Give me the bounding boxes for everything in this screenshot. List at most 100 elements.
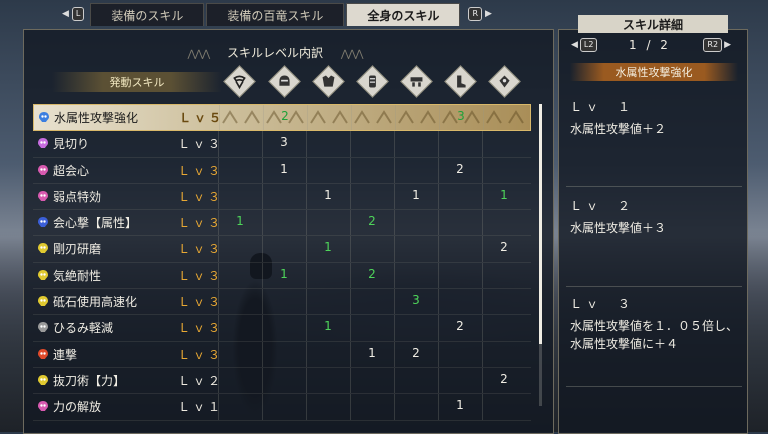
skill-row[interactable]: ひるみ軽減 Ｌｖ３ 1 2 (33, 315, 531, 342)
skill-points-cell: 3 (412, 293, 420, 308)
column-divider (262, 236, 263, 262)
skill-name: 超会心 (53, 163, 90, 178)
column-divider (482, 157, 483, 183)
column-divider (262, 183, 263, 210)
skill-points-cell: 1 (412, 187, 420, 202)
detail-prev-page-button[interactable]: ◀ L2 (571, 38, 598, 52)
skill-jewel-icon (37, 295, 49, 307)
skill-name: 弱点特効 (53, 189, 102, 204)
column-divider (438, 131, 439, 157)
column-divider (482, 315, 483, 341)
column-divider (482, 394, 483, 420)
skill-row[interactable]: 会心撃【属性】 Ｌｖ３ 1 2 (33, 210, 531, 237)
skill-points-cell: 2 (500, 371, 508, 386)
column-divider (350, 289, 351, 315)
skill-row[interactable]: 連撃 Ｌｖ３ 1 2 (33, 341, 531, 368)
column-divider (438, 210, 439, 236)
skill-name: 砥石使用高速化 (53, 295, 138, 310)
divider (566, 186, 742, 187)
legs-icon (443, 64, 477, 98)
column-divider (394, 157, 395, 183)
skill-jewel-icon (37, 374, 49, 386)
skill-jewel-icon (37, 137, 49, 149)
tab-label: 装備の百竜スキル (227, 8, 324, 23)
column-divider (483, 105, 484, 131)
skill-points-cell: 2 (456, 161, 464, 176)
column-divider (306, 367, 307, 394)
skill-level: Ｌｖ１ (178, 400, 224, 415)
level-label: Ｌｖ ３ (570, 297, 635, 311)
skill-points-cell: 2 (412, 345, 420, 360)
level-label: Ｌｖ ２ (570, 199, 635, 213)
column-divider (262, 289, 263, 315)
skill-name: 連撃 (53, 347, 78, 362)
column-divider (262, 394, 263, 420)
waist-icon (399, 64, 433, 98)
divider (566, 386, 742, 387)
skill-jewel-icon (37, 321, 49, 333)
skill-points-cell: 2 (456, 319, 464, 334)
title-decoration-right: ⋀⋀⋀ (340, 49, 364, 60)
l-button-icon: L (71, 7, 85, 21)
tab-bar: ◀ L 装備のスキル 装備の百竜スキル 全身のスキル R ▶ (56, 3, 498, 26)
prev-tab-button[interactable]: ◀ L (56, 3, 90, 25)
skill-level: Ｌｖ３ (178, 268, 224, 283)
skill-row[interactable]: 弱点特効 Ｌｖ３ 1 1 1 (33, 183, 531, 211)
level-description: 水属性攻撃値を１．０５倍し、水属性攻撃値に＋４ (570, 319, 739, 351)
column-divider (394, 210, 395, 236)
column-divider (350, 367, 351, 394)
level-2-block: Ｌｖ ２ 水属性攻撃値＋３ (570, 197, 742, 237)
detail-next-page-button[interactable]: R2 ▶ (703, 38, 731, 52)
title-decoration-left: ⋀⋀⋀ (187, 49, 211, 60)
tab-full-body-skills[interactable]: 全身のスキル (346, 3, 461, 26)
column-divider (394, 131, 395, 157)
column-divider (438, 367, 439, 394)
left-arrow-icon: ◀ (62, 9, 69, 19)
next-tab-button[interactable]: R ▶ (462, 3, 497, 25)
skill-row[interactable]: 砥石使用高速化 Ｌｖ３ 3 (33, 289, 531, 316)
column-divider (306, 289, 307, 315)
skill-level: Ｌｖ３ (178, 216, 224, 231)
skill-points-cell: 1 (500, 187, 508, 202)
skill-name: 見切り (53, 137, 90, 152)
skill-points-cell: 1 (236, 214, 244, 229)
skill-jewel-icon (37, 269, 49, 281)
column-divider (351, 105, 352, 131)
column-divider (438, 183, 439, 210)
skill-points-cell: 2 (368, 214, 376, 229)
column-divider (306, 157, 307, 183)
tab-label: 全身のスキル (367, 8, 440, 23)
column-divider (482, 341, 483, 367)
skill-row[interactable]: 剛刃研磨 Ｌｖ３ 1 2 (33, 236, 531, 263)
column-divider (306, 131, 307, 157)
skill-row[interactable]: 気絶耐性 Ｌｖ３ 1 2 (33, 262, 531, 290)
skill-jewel-icon (37, 164, 49, 176)
detail-page-nav: ◀ L2 1 / 2 R2 ▶ (571, 38, 731, 54)
column-divider (307, 105, 308, 131)
skill-list-scrollbar[interactable] (539, 104, 542, 406)
skill-level: Ｌｖ３ (178, 242, 224, 257)
skill-row[interactable]: 力の解放 Ｌｖ１ 1 (33, 394, 531, 421)
skill-name: 抜刀術【力】 (53, 373, 126, 388)
column-divider (306, 341, 307, 367)
column-divider (306, 394, 307, 420)
tab-rampage-skills[interactable]: 装備の百竜スキル (206, 3, 345, 26)
column-divider (262, 210, 263, 236)
active-skills-header: 発動スキル (52, 72, 222, 92)
tab-equipment-skills[interactable]: 装備のスキル (90, 3, 205, 26)
skill-points-cell: 1 (324, 187, 332, 202)
skill-row[interactable]: 抜刀術【力】 Ｌｖ２ 2 (33, 367, 531, 395)
level-1-block: Ｌｖ １ 水属性攻撃値＋２ (570, 98, 742, 138)
skill-row[interactable]: 見切り Ｌｖ３ 3 (33, 131, 531, 158)
column-divider (394, 367, 395, 394)
column-divider (394, 236, 395, 262)
level-label: Ｌｖ １ (570, 100, 635, 114)
level-description: 水属性攻撃値＋２ (570, 122, 667, 136)
skill-name: 剛刃研磨 (53, 242, 102, 257)
column-divider (350, 236, 351, 262)
scrollbar-thumb[interactable] (539, 104, 542, 344)
skill-row[interactable]: 超会心 Ｌｖ３ 1 2 (33, 157, 531, 184)
chest-icon (311, 64, 345, 98)
skill-points-cell: 3 (280, 135, 288, 150)
skill-row[interactable]: 水属性攻撃強化 Ｌｖ５ 2 3 (33, 104, 531, 132)
